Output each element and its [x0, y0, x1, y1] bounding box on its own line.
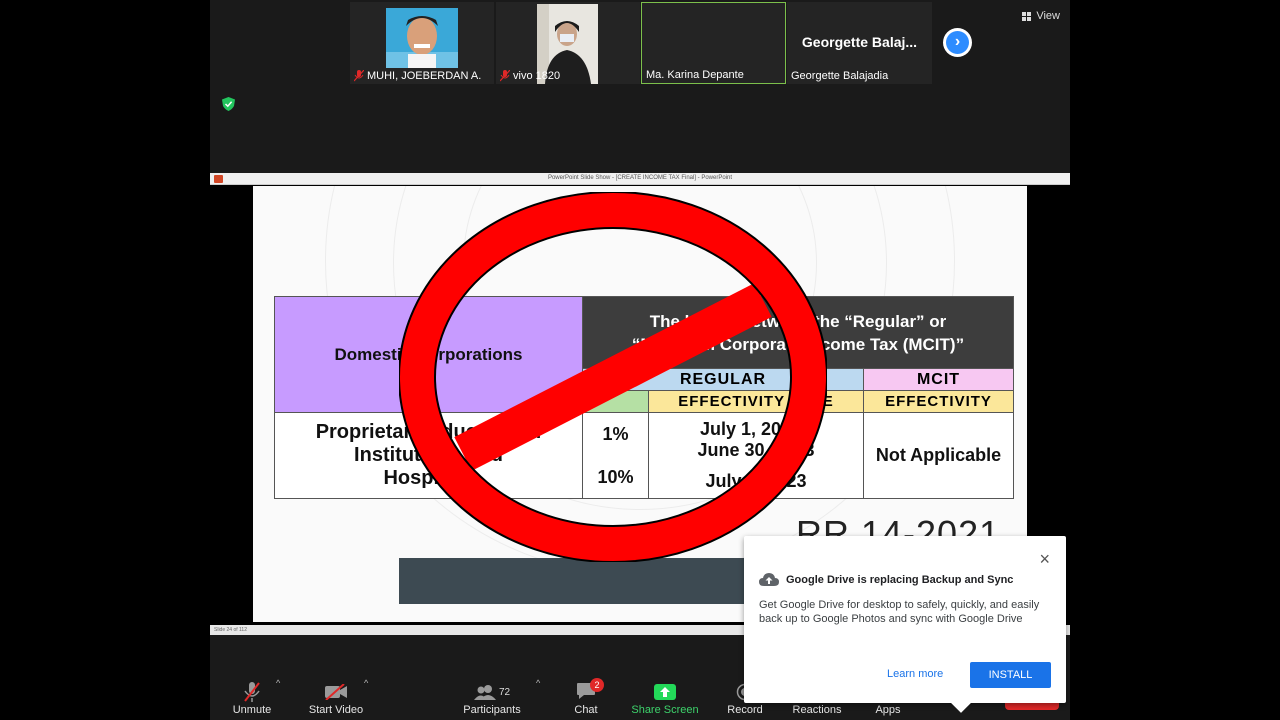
- mic-muted-icon: [500, 70, 510, 82]
- video-options-caret[interactable]: ^: [364, 678, 368, 688]
- participants-icon: [473, 685, 496, 700]
- participant-display-name: Georgette Balaj...: [801, 34, 918, 50]
- notification-title: Google Drive is replacing Backup and Syn…: [759, 573, 1013, 587]
- participant-tile-active-speaker[interactable]: Ma. Karina Depante: [641, 2, 786, 84]
- install-button[interactable]: INSTALL: [970, 662, 1051, 688]
- participant-tile[interactable]: MUHI, JOEBERDAN A.: [350, 2, 494, 84]
- chat-button[interactable]: 2 Chat: [566, 677, 606, 716]
- prohibited-icon: [399, 192, 827, 562]
- not-applicable-cell: Not Applicable: [863, 412, 1014, 499]
- participants-options-caret[interactable]: ^: [536, 678, 540, 688]
- video-off-icon: [325, 684, 347, 700]
- start-video-button[interactable]: Start Video: [306, 680, 366, 716]
- participant-tile[interactable]: Georgette Balaj... Georgette Balajadia: [787, 2, 932, 84]
- cloud-upload-icon: [759, 573, 779, 586]
- powerpoint-titlebar: PowerPoint Slide Show - [CREATE INCOME T…: [210, 173, 1070, 185]
- grid-icon: [1022, 11, 1032, 21]
- chat-badge: 2: [590, 677, 604, 692]
- participant-name: Georgette Balajadia: [791, 70, 889, 82]
- participant-video: [386, 8, 458, 68]
- share-screen-button[interactable]: Share Screen: [630, 680, 700, 716]
- shield-icon[interactable]: [222, 97, 235, 111]
- slide-banner: [399, 558, 745, 604]
- participant-name: Ma. Karina Depante: [646, 69, 744, 81]
- learn-more-link[interactable]: Learn more: [887, 668, 943, 680]
- participants-count: 72: [498, 686, 511, 698]
- share-screen-icon: [654, 684, 676, 700]
- participant-tile[interactable]: vivo 1820: [496, 2, 640, 84]
- effectivity-header: EFFECTIVITY: [863, 390, 1014, 413]
- powerpoint-icon: [214, 175, 223, 183]
- participant-name: MUHI, JOEBERDAN A.: [354, 70, 481, 82]
- google-drive-notification: × Google Drive is replacing Backup and S…: [744, 536, 1066, 713]
- notification-body: Get Google Drive for desktop to safely, …: [759, 599, 1040, 625]
- next-page-button[interactable]: ›: [943, 28, 972, 57]
- chevron-right-icon: ›: [946, 31, 969, 54]
- unmute-button[interactable]: Unmute: [228, 680, 276, 716]
- mcit-header: MCIT: [863, 368, 1014, 391]
- mic-off-icon: [244, 682, 260, 702]
- participants-button[interactable]: 72 Participants: [462, 680, 522, 716]
- participant-name: vivo 1820: [500, 70, 560, 82]
- view-button[interactable]: View: [1022, 10, 1060, 22]
- audio-options-caret[interactable]: ^: [276, 678, 280, 688]
- mic-muted-icon: [354, 70, 364, 82]
- close-icon[interactable]: ×: [1039, 550, 1050, 568]
